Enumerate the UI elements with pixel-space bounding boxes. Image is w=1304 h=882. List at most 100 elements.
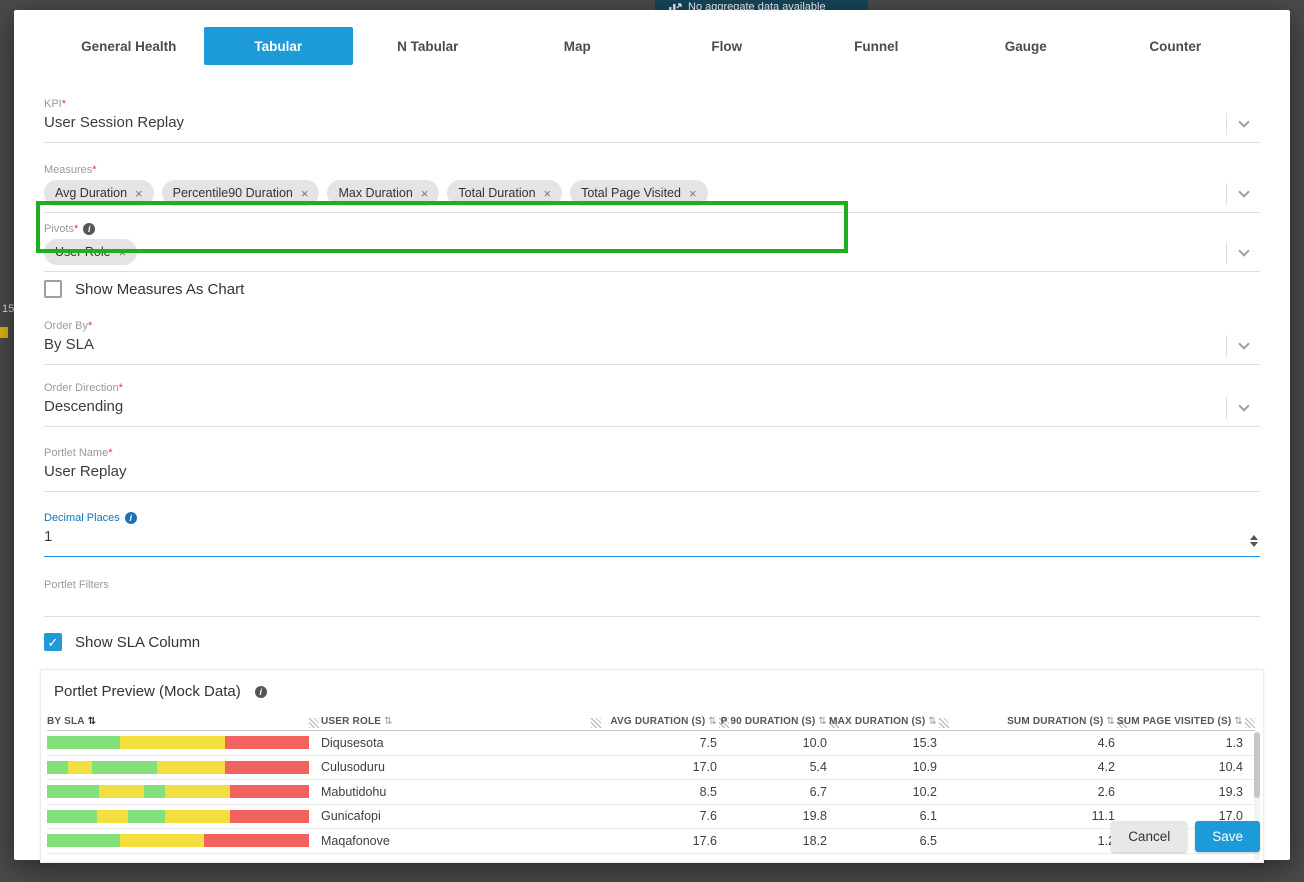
- cell-max-duration: 10.2: [839, 785, 949, 799]
- tab-funnel[interactable]: Funnel: [802, 27, 952, 65]
- sla-segment: [92, 761, 158, 774]
- cell-avg-duration: 8.5: [601, 785, 729, 799]
- column-header-avg-duration[interactable]: AVG DURATION (S)⇅: [601, 716, 729, 727]
- tab-general-health[interactable]: General Health: [54, 27, 204, 65]
- preview-info-icon[interactable]: i: [255, 686, 267, 698]
- kpi-dropdown-toggle[interactable]: [1226, 113, 1260, 135]
- column-header-by-sla[interactable]: BY SLA⇅: [47, 716, 319, 727]
- column-header-user-role[interactable]: USER ROLE⇅: [319, 716, 601, 727]
- sla-segment: [120, 834, 204, 847]
- tab-n-tabular[interactable]: N Tabular: [353, 27, 503, 65]
- column-resize-handle[interactable]: [939, 718, 949, 728]
- sort-icon: ⇅: [928, 716, 937, 727]
- chevron-down-icon: [1238, 186, 1249, 197]
- tab-map[interactable]: Map: [503, 27, 653, 65]
- step-up-icon[interactable]: [1250, 535, 1258, 540]
- table-row: Gunicafopi 7.6 19.8 6.1 11.1 17.0: [47, 805, 1255, 830]
- order-by-label: Order By*: [44, 320, 1260, 332]
- column-resize-handle[interactable]: [591, 718, 601, 728]
- show-measures-as-chart-row[interactable]: Show Measures As Chart: [44, 280, 1260, 298]
- chip-label: Avg Duration: [55, 186, 127, 200]
- chip-remove-icon[interactable]: ×: [689, 187, 697, 200]
- cell-p90-duration: 6.7: [729, 785, 839, 799]
- order-direction-dropdown-toggle[interactable]: [1226, 397, 1260, 419]
- portlet-config-dialog: General Health Tabular N Tabular Map Flo…: [14, 10, 1290, 860]
- order-direction-select[interactable]: Order Direction* Descending: [44, 382, 1260, 427]
- chip-remove-icon[interactable]: ×: [544, 187, 552, 200]
- kpi-value[interactable]: User Session Replay: [44, 113, 1260, 142]
- sla-bar: [47, 736, 309, 749]
- column-header-sum-duration[interactable]: SUM DURATION (S)⇅: [949, 716, 1127, 727]
- tab-gauge[interactable]: Gauge: [951, 27, 1101, 65]
- cell-sum-duration: 4.2: [949, 760, 1127, 774]
- portlet-filters-value[interactable]: [44, 594, 1260, 616]
- chip-remove-icon[interactable]: ×: [421, 187, 429, 200]
- portlet-name-value[interactable]: User Replay: [44, 462, 1260, 491]
- chip-label: User Role: [55, 245, 111, 259]
- chevron-down-icon: [1238, 400, 1249, 411]
- background-page-number: 15: [2, 303, 14, 315]
- pivots-info-icon[interactable]: i: [83, 223, 95, 235]
- chip-label: Total Page Visited: [581, 186, 681, 200]
- measure-chip: Total Duration ×: [447, 180, 562, 206]
- decimal-places-value[interactable]: 1: [44, 527, 1260, 556]
- column-resize-handle[interactable]: [1245, 718, 1255, 728]
- cell-sum-duration: 11.1: [949, 809, 1127, 823]
- decimal-places-field[interactable]: Decimal Placesi 1: [44, 512, 1260, 557]
- sla-bar: [47, 810, 309, 823]
- measure-chip: Max Duration×: [327, 180, 439, 206]
- show-sla-column-label: Show SLA Column: [75, 634, 200, 651]
- sla-segment: [225, 736, 309, 749]
- measures-select[interactable]: Measures* Avg Duration× Percentile90 Dur…: [44, 164, 1260, 213]
- scrollbar-thumb[interactable]: [1254, 732, 1260, 798]
- toast-notification: No aggregate data available: [655, 0, 868, 10]
- cell-p90-duration: 18.2: [729, 834, 839, 848]
- table-row: Diqusesota 7.5 10.0 15.3 4.6 1.3: [47, 731, 1255, 756]
- order-by-dropdown-toggle[interactable]: [1226, 335, 1260, 357]
- measure-chip: Total Page Visited ×: [570, 180, 707, 206]
- show-sla-column-row[interactable]: Show SLA Column: [44, 633, 1260, 651]
- cell-p90-duration: 10.0: [729, 736, 839, 750]
- pivots-dropdown-toggle[interactable]: [1226, 242, 1260, 264]
- chip-remove-icon[interactable]: ×: [301, 187, 309, 200]
- order-direction-value[interactable]: Descending: [44, 397, 1260, 426]
- decimal-places-label: Decimal Placesi: [44, 512, 1260, 524]
- sla-segment: [157, 761, 225, 774]
- pivot-chip: User Role ×: [44, 239, 137, 265]
- cell-p90-duration: 5.4: [729, 760, 839, 774]
- save-button[interactable]: Save: [1195, 821, 1260, 852]
- background-yellow-strip: [0, 327, 8, 338]
- tab-counter[interactable]: Counter: [1101, 27, 1251, 65]
- column-resize-handle[interactable]: [309, 718, 319, 728]
- portlet-name-label: Portlet Name*: [44, 447, 1260, 459]
- required-marker: *: [88, 320, 92, 332]
- show-sla-column-checkbox[interactable]: [44, 633, 62, 651]
- show-measures-as-chart-checkbox[interactable]: [44, 280, 62, 298]
- portlet-filters-field[interactable]: Portlet Filters: [44, 579, 1260, 617]
- decimal-places-info-icon[interactable]: i: [125, 512, 137, 524]
- step-down-icon[interactable]: [1250, 542, 1258, 547]
- tab-flow[interactable]: Flow: [652, 27, 802, 65]
- number-stepper[interactable]: [1250, 535, 1258, 547]
- tab-tabular[interactable]: Tabular: [204, 27, 354, 65]
- sla-bar: [47, 834, 309, 847]
- order-by-select[interactable]: Order By* By SLA: [44, 320, 1260, 365]
- sla-segment: [128, 810, 165, 823]
- cancel-button[interactable]: Cancel: [1111, 821, 1187, 852]
- cell-sla: [47, 761, 319, 774]
- column-header-max-duration[interactable]: MAX DURATION (S)⇅: [839, 716, 949, 727]
- column-header-p90-duration[interactable]: P 90 DURATION (S)⇅: [729, 716, 839, 727]
- sla-segment: [47, 736, 120, 749]
- sla-segment: [225, 761, 309, 774]
- portlet-name-field[interactable]: Portlet Name* User Replay: [44, 447, 1260, 492]
- pivots-select[interactable]: Pivots*i User Role×: [44, 223, 1260, 272]
- sla-segment: [230, 785, 309, 798]
- chip-remove-icon[interactable]: ×: [135, 187, 143, 200]
- chip-label: Total Duration: [458, 186, 535, 200]
- measures-dropdown-toggle[interactable]: [1226, 183, 1260, 205]
- order-by-value[interactable]: By SLA: [44, 335, 1260, 364]
- chip-remove-icon[interactable]: ×: [119, 246, 127, 259]
- toast-text: No aggregate data available: [688, 1, 826, 10]
- kpi-select[interactable]: KPI* User Session Replay: [44, 98, 1260, 143]
- column-header-sum-page-visited[interactable]: SUM PAGE VISITED (S)⇅: [1127, 716, 1255, 727]
